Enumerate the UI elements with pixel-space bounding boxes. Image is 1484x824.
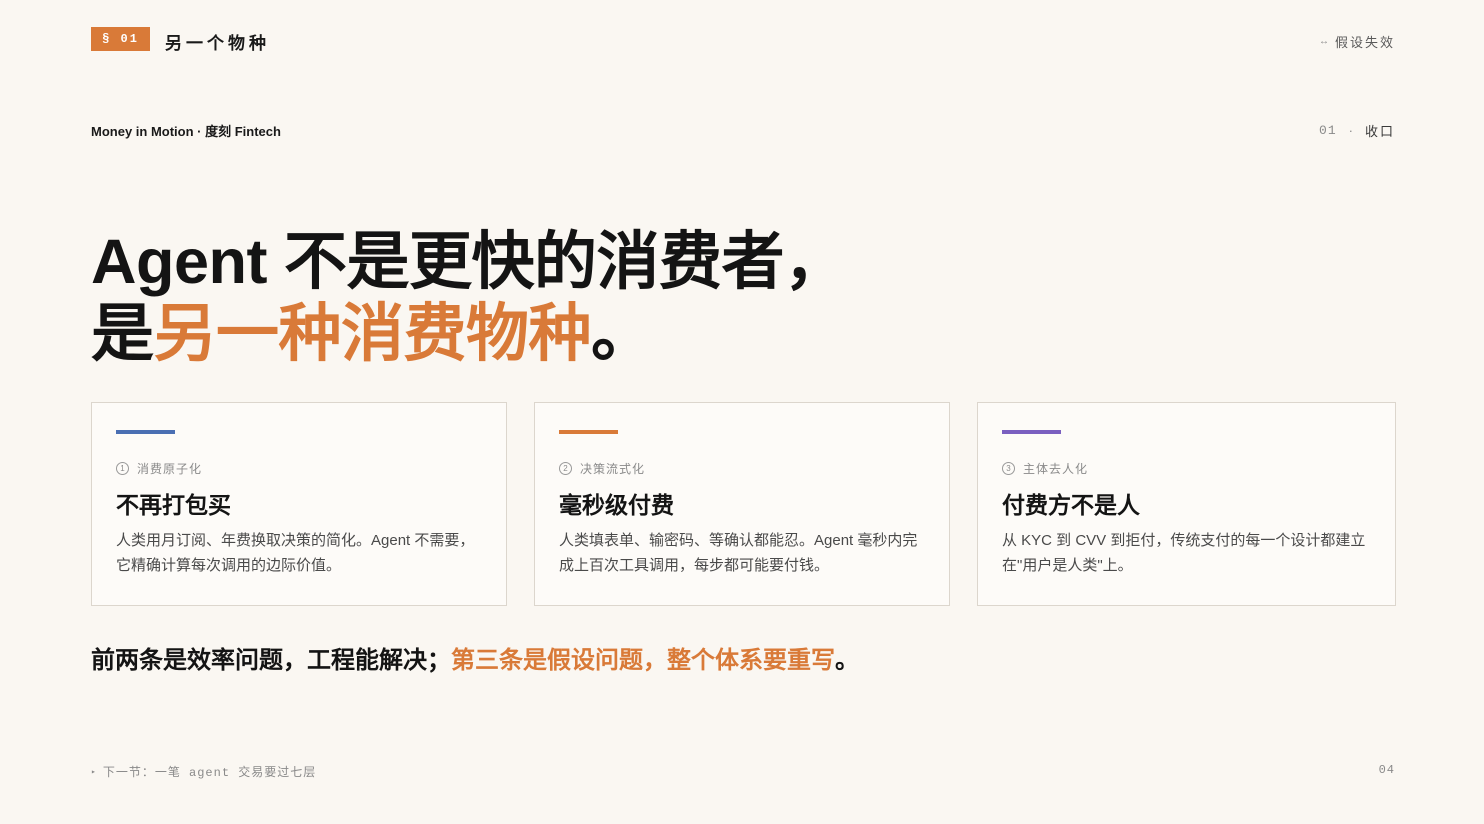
- card-1: 1 消费原子化 不再打包买 人类用月订阅、年费换取决策的简化。Agent 不需要…: [91, 402, 507, 606]
- card-kicker-label: 主体去人化: [1023, 462, 1089, 476]
- card-kicker-label: 消费原子化: [137, 462, 203, 476]
- card-title: 毫秒级付费: [559, 492, 674, 518]
- card-title: 付费方不是人: [1002, 492, 1140, 518]
- card-title: 不再打包买: [116, 492, 231, 518]
- card-accent-bar: [559, 430, 618, 434]
- next-section-link[interactable]: ▸ 下一节：一笔 agent 交易要过七层: [91, 763, 316, 780]
- brand-label: Money in Motion · 度刻 Fintech: [91, 124, 281, 139]
- triangle-right-icon: ▸: [91, 767, 97, 777]
- card-kicker-label: 决策流式化: [580, 462, 646, 476]
- card-kicker: 3 主体去人化: [1002, 460, 1088, 477]
- arrow-icon: ↔: [1318, 36, 1329, 47]
- number-badge: 2: [559, 462, 572, 475]
- conclusion-prefix: 前两条是效率问题，工程能解决；: [91, 647, 451, 674]
- card-description: 人类填表单、输密码、等确认都能忍。Agent 毫秒内完成上百次工具调用，每步都可…: [559, 532, 918, 574]
- section-title: 另一个物种: [165, 34, 270, 53]
- status-indicator: ↔ 假设失效: [1319, 32, 1395, 51]
- number-badge: 1: [116, 462, 129, 475]
- conclusion-accent: 第三条是假设问题，整个体系要重写: [451, 647, 835, 674]
- headline-suffix: 。: [591, 299, 654, 369]
- card-accent-bar: [116, 430, 175, 434]
- headline-line-2: 是另一种消费物种。: [91, 298, 846, 370]
- card-kicker: 2 决策流式化: [559, 460, 645, 477]
- section-badge: § 01: [91, 27, 150, 51]
- card-2: 2 决策流式化 毫秒级付费 人类填表单、输密码、等确认都能忍。Agent 毫秒内…: [534, 402, 950, 606]
- number-badge: 3: [1002, 462, 1015, 475]
- card-description: 从 KYC 到 CVV 到拒付，传统支付的每一个设计都建立在"用户是人类"上。: [1002, 532, 1366, 574]
- headline-accent: 另一种消费物种: [153, 299, 592, 369]
- next-section-label: 下一节：一笔 agent 交易要过七层: [102, 766, 317, 780]
- page-number-footer: 04: [1378, 763, 1395, 777]
- separator: ·: [1348, 123, 1353, 138]
- headline: Agent 不是更快的消费者， 是另一种消费物种。: [91, 226, 847, 370]
- card-3: 3 主体去人化 付费方不是人 从 KYC 到 CVV 到拒付，传统支付的每一个设…: [977, 402, 1396, 606]
- conclusion-suffix: 。: [835, 647, 859, 674]
- page-meta: 01 · 收口: [1319, 121, 1395, 140]
- conclusion: 前两条是效率问题，工程能解决；第三条是假设问题，整个体系要重写。: [91, 640, 859, 675]
- headline-prefix: 是: [91, 299, 154, 369]
- card-description: 人类用月订阅、年费换取决策的简化。Agent 不需要，它精确计算每次调用的边际价…: [116, 532, 475, 574]
- headline-line-1: Agent 不是更快的消费者，: [91, 227, 847, 297]
- page-label: 收口: [1364, 124, 1395, 139]
- card-accent-bar: [1002, 430, 1061, 434]
- card-kicker: 1 消费原子化: [116, 460, 202, 477]
- status-label: 假设失效: [1334, 35, 1395, 50]
- page-number: 01: [1319, 123, 1337, 138]
